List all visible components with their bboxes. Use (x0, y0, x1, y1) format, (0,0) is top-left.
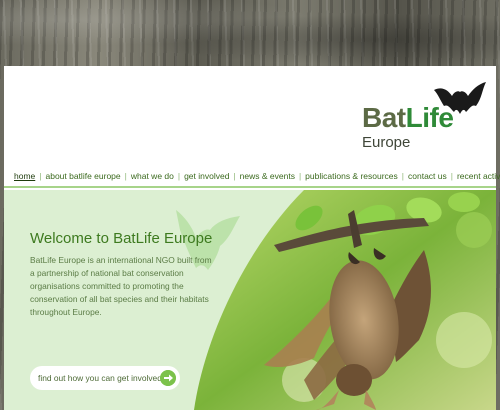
nav-item-news-events[interactable]: news & events (236, 171, 299, 181)
hero-title: Welcome to BatLife Europe (30, 230, 213, 247)
logo-wordmark-bat: Bat (362, 102, 406, 133)
nav-item-contact[interactable]: contact us (404, 171, 451, 181)
nav-item-home[interactable]: home (10, 171, 39, 181)
get-involved-button[interactable]: find out how you can get involved (30, 366, 180, 390)
site-logo[interactable]: BatLife Europe (360, 78, 490, 158)
hero-banner: Welcome to BatLife Europe BatLife Europe… (4, 190, 496, 410)
nav-item-about[interactable]: about batlife europe (41, 171, 124, 181)
bat-silhouette-icon (434, 82, 486, 114)
nav-item-get-involved[interactable]: get involved (180, 171, 233, 181)
nav-item-what-we-do[interactable]: what we do (127, 171, 178, 181)
site-header: BatLife Europe (4, 66, 496, 166)
logo-subtitle: Europe (362, 134, 411, 151)
main-navigation: home | about batlife europe | what we do… (4, 166, 500, 188)
get-involved-label: find out how you can get involved (38, 373, 162, 383)
hero-description: BatLife Europe is an international NGO b… (30, 255, 212, 317)
nav-item-publications[interactable]: publications & resources (301, 171, 402, 181)
nav-item-recent-activity[interactable]: recent activity (453, 171, 500, 181)
page-container: BatLife Europe home | about batlife euro… (4, 66, 500, 410)
background-bark-shading (0, 0, 500, 66)
arrow-right-icon (160, 370, 176, 386)
